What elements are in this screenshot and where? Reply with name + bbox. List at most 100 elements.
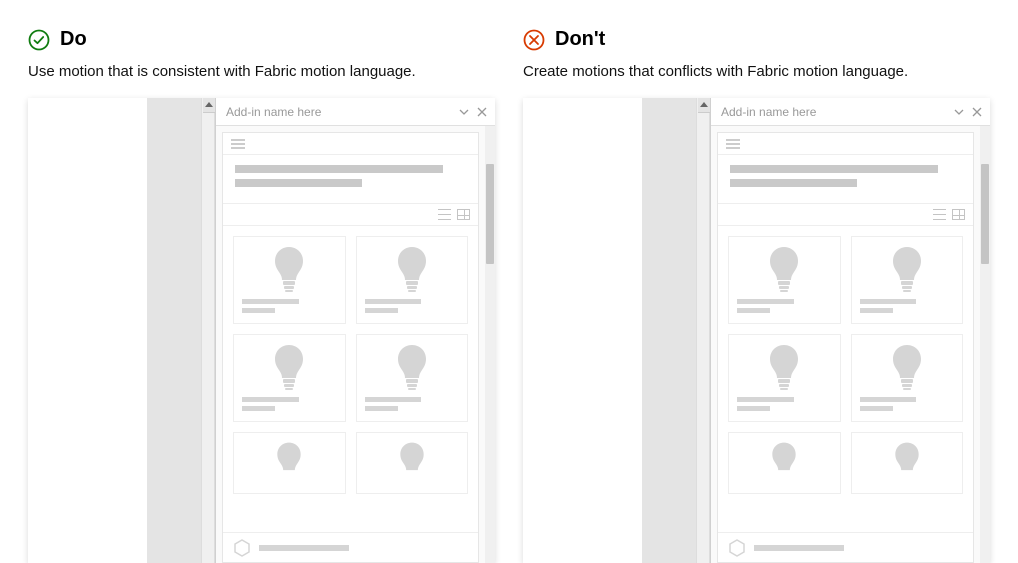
product-card[interactable] — [851, 432, 964, 494]
scrollbar-thumb[interactable] — [486, 164, 494, 264]
product-card[interactable] — [851, 334, 964, 422]
dont-title: Don't — [555, 28, 605, 51]
card-footer — [223, 532, 478, 562]
product-card[interactable] — [851, 236, 964, 324]
product-grid — [223, 226, 478, 532]
pane-scrollbar[interactable] — [485, 126, 495, 563]
hamburger-icon[interactable] — [231, 139, 245, 149]
placeholder-line — [259, 545, 349, 551]
product-card[interactable] — [233, 432, 346, 494]
placeholder-line — [365, 397, 422, 402]
grid-view-icon[interactable] — [457, 209, 470, 220]
product-card[interactable] — [233, 334, 346, 422]
document-area — [28, 98, 147, 563]
close-icon[interactable] — [970, 105, 984, 119]
placeholder-line — [235, 165, 443, 173]
addin-content-card — [222, 132, 479, 563]
lightbulb-icon — [392, 245, 432, 293]
placeholder-line — [242, 299, 299, 304]
product-card[interactable] — [728, 432, 841, 494]
document-scrollbar[interactable] — [696, 98, 710, 563]
chevron-down-icon[interactable] — [457, 105, 471, 119]
lightbulb-icon — [764, 245, 804, 293]
scrollbar-thumb[interactable] — [981, 164, 989, 264]
product-card[interactable] — [356, 334, 469, 422]
product-card[interactable] — [728, 236, 841, 324]
dont-column: Don't Create motions that conflicts with… — [523, 28, 990, 563]
placeholder-line — [242, 308, 275, 313]
placeholder-line — [737, 308, 770, 313]
placeholder-line — [860, 397, 917, 402]
hexagon-icon — [728, 539, 746, 557]
placeholder-line — [860, 308, 893, 313]
placeholder-line — [365, 308, 398, 313]
addin-body — [216, 126, 495, 563]
card-header — [223, 155, 478, 204]
document-scrollbar[interactable] — [201, 98, 215, 563]
do-mockup: Add-in name here — [28, 98, 495, 563]
dont-mockup: Add-in name here — [523, 98, 990, 563]
placeholder-line — [242, 406, 275, 411]
hexagon-icon — [233, 539, 251, 557]
placeholder-line — [730, 165, 938, 173]
grid-view-icon[interactable] — [952, 209, 965, 220]
close-icon[interactable] — [475, 105, 489, 119]
chevron-down-icon[interactable] — [952, 105, 966, 119]
card-toolbar — [718, 133, 973, 155]
lightbulb-icon — [887, 343, 927, 391]
placeholder-line — [235, 179, 362, 187]
document-gap — [642, 98, 710, 563]
addin-body — [711, 126, 990, 563]
product-card[interactable] — [233, 236, 346, 324]
product-grid — [718, 226, 973, 532]
lightbulb-icon — [269, 343, 309, 391]
placeholder-line — [737, 406, 770, 411]
addin-titlebar: Add-in name here — [711, 98, 990, 126]
placeholder-line — [730, 179, 857, 187]
cross-circle-icon — [523, 29, 545, 51]
placeholder-line — [754, 545, 844, 551]
lightbulb-icon — [764, 343, 804, 391]
placeholder-line — [737, 397, 794, 402]
do-header: Do — [28, 28, 495, 51]
card-toolbar — [223, 133, 478, 155]
placeholder-line — [860, 299, 917, 304]
scroll-up-arrow-icon — [700, 102, 708, 107]
lightbulb-icon — [269, 441, 309, 481]
lightbulb-icon — [392, 441, 432, 481]
lightbulb-icon — [887, 441, 927, 481]
do-column: Do Use motion that is consistent with Fa… — [28, 28, 495, 563]
placeholder-line — [365, 299, 422, 304]
product-card[interactable] — [356, 236, 469, 324]
list-view-icon[interactable] — [933, 209, 946, 220]
lightbulb-icon — [392, 343, 432, 391]
pane-scrollbar[interactable] — [980, 126, 990, 563]
addin-title: Add-in name here — [721, 105, 948, 119]
placeholder-line — [860, 406, 893, 411]
dont-header: Don't — [523, 28, 990, 51]
do-title: Do — [60, 28, 87, 51]
lightbulb-icon — [887, 245, 927, 293]
addin-content-card — [717, 132, 974, 563]
document-gap — [147, 98, 215, 563]
addin-title: Add-in name here — [226, 105, 453, 119]
placeholder-line — [365, 406, 398, 411]
product-card[interactable] — [356, 432, 469, 494]
lightbulb-icon — [764, 441, 804, 481]
product-card[interactable] — [728, 334, 841, 422]
view-toggle-bar — [223, 204, 478, 226]
placeholder-line — [242, 397, 299, 402]
list-view-icon[interactable] — [438, 209, 451, 220]
placeholder-line — [737, 299, 794, 304]
do-description: Use motion that is consistent with Fabri… — [28, 61, 495, 82]
addin-pane: Add-in name here — [215, 98, 495, 563]
dont-description: Create motions that conflicts with Fabri… — [523, 61, 990, 82]
card-header — [718, 155, 973, 204]
hamburger-icon[interactable] — [726, 139, 740, 149]
view-toggle-bar — [718, 204, 973, 226]
scroll-up-arrow-icon — [205, 102, 213, 107]
document-area — [523, 98, 642, 563]
addin-pane: Add-in name here — [710, 98, 990, 563]
card-footer — [718, 532, 973, 562]
addin-titlebar: Add-in name here — [216, 98, 495, 126]
